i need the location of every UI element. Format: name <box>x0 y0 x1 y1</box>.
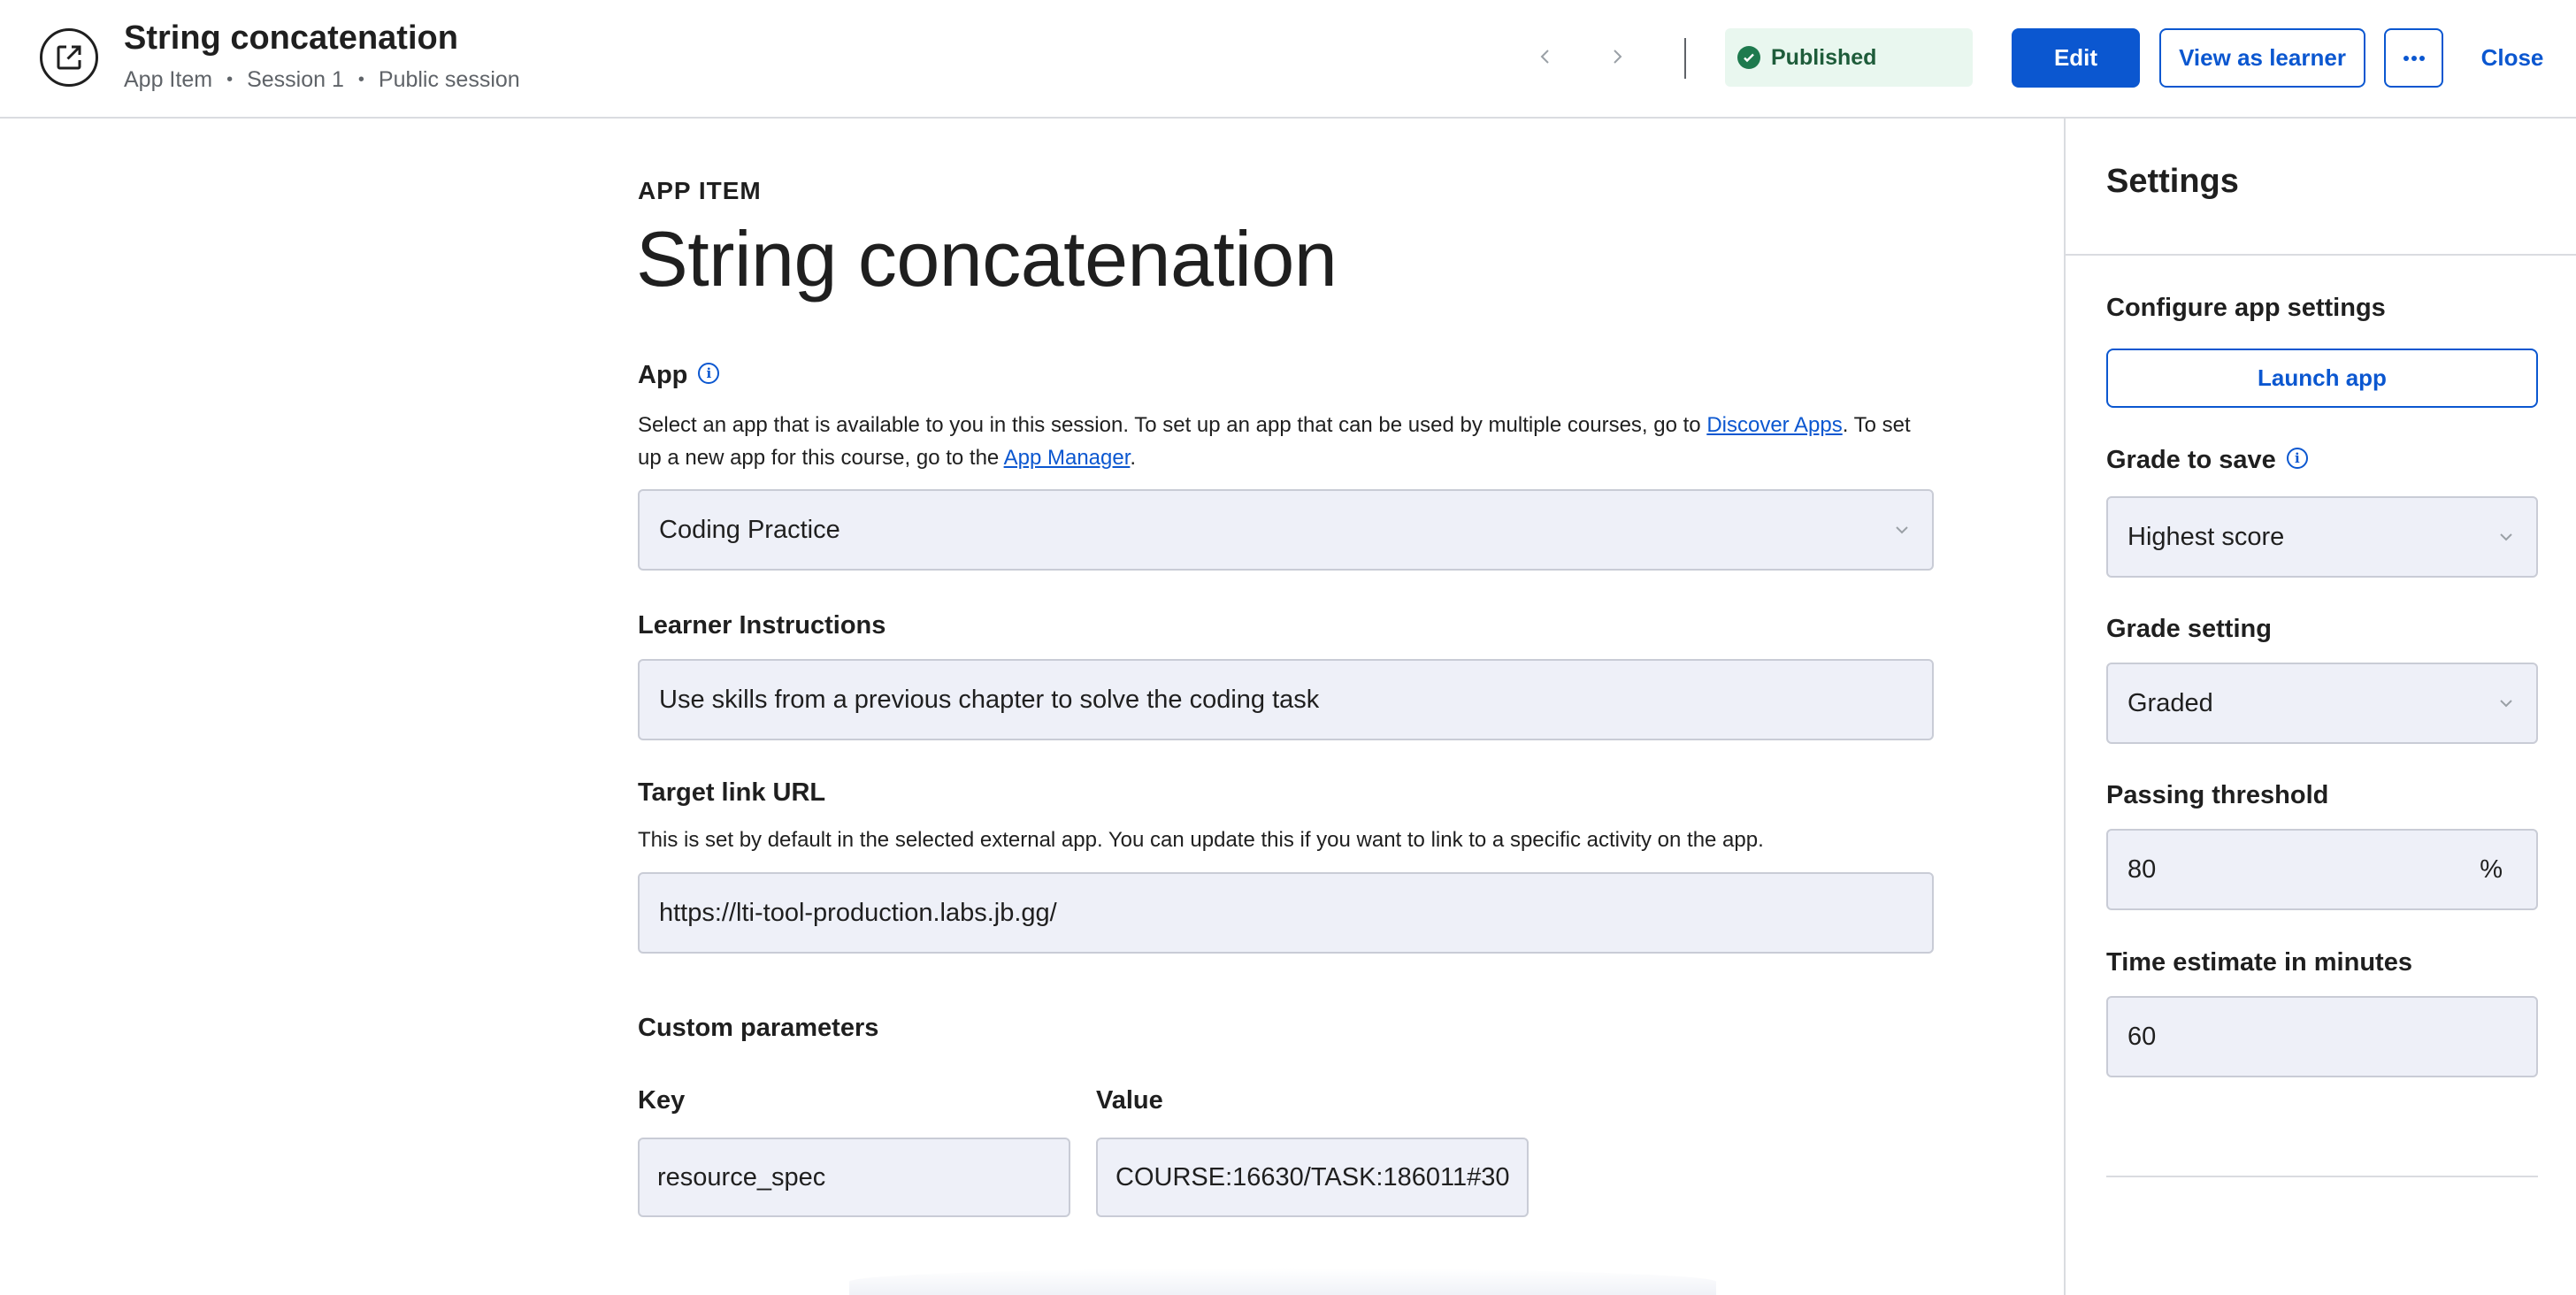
grade-to-save-value: Highest score <box>2128 522 2285 551</box>
item-title: String concatenation <box>124 19 458 57</box>
info-icon[interactable]: i <box>698 363 720 385</box>
app-help-part1: Select an app that is available to you i… <box>638 413 1707 437</box>
chevron-down-icon <box>1896 526 1908 534</box>
app-select-value: Coding Practice <box>659 515 840 544</box>
breadcrumb-separator: • <box>357 70 364 89</box>
learner-instructions-label: Learner Instructions <box>638 611 886 640</box>
item-editor: APP ITEM String concatenation App i Selec… <box>0 119 2064 1295</box>
custom-parameters-label: Custom parameters <box>638 1014 879 1042</box>
discover-apps-link[interactable]: Discover Apps <box>1706 413 1842 437</box>
time-estimate-input[interactable]: 60 <box>2106 996 2538 1077</box>
app-label-text: App <box>638 361 688 389</box>
launch-app-button[interactable]: Launch app <box>2106 349 2538 408</box>
app-field-label: App i <box>638 361 720 390</box>
external-app-icon <box>40 28 98 87</box>
grade-to-save-label: Grade to save i <box>2106 446 2308 475</box>
target-url-value: https://lti-tool-production.labs.jb.gg/ <box>659 898 1057 927</box>
more-options-button[interactable] <box>2384 28 2443 88</box>
breadcrumb-separator: • <box>226 70 234 89</box>
grade-to-save-select[interactable]: Highest score <box>2106 496 2538 578</box>
configure-app-settings-label: Configure app settings <box>2106 294 2386 322</box>
more-horizontal-icon <box>2403 55 2425 61</box>
learner-instructions-input[interactable]: Use skills from a previous chapter to so… <box>638 659 1934 740</box>
settings-bottom-divider <box>2106 1176 2538 1177</box>
next-item-button[interactable] <box>1599 39 1635 74</box>
previous-item-button[interactable] <box>1528 39 1563 74</box>
breadcrumb-item-type: App Item <box>124 67 213 92</box>
target-url-input[interactable]: https://lti-tool-production.labs.jb.gg/ <box>638 872 1934 954</box>
grade-to-save-label-text: Grade to save <box>2106 446 2276 474</box>
breadcrumb-item-visibility: Public session <box>378 67 520 92</box>
settings-title: Settings <box>2106 163 2239 200</box>
breadcrumb-item-session: Session 1 <box>247 67 344 92</box>
chevron-down-icon <box>2500 533 2512 541</box>
view-as-learner-button[interactable]: View as learner <box>2159 28 2365 88</box>
info-icon[interactable]: i <box>2286 448 2308 470</box>
close-button[interactable]: Close <box>2472 28 2552 88</box>
chevron-down-icon <box>2500 700 2512 708</box>
target-url-help-text: This is set by default in the selected e… <box>638 828 1764 852</box>
edit-button[interactable]: Edit <box>2012 28 2140 88</box>
time-estimate-label: Time estimate in minutes <box>2106 948 2412 977</box>
app-help-text: Select an app that is available to you i… <box>638 409 1920 474</box>
check-circle-icon <box>1737 46 1760 69</box>
status-text: Published <box>1771 44 1877 70</box>
time-estimate-value: 60 <box>2128 1022 2157 1051</box>
page-title: String concatenation <box>636 215 1338 303</box>
chevron-left-icon <box>1540 50 1549 64</box>
grade-setting-value: Graded <box>2128 688 2213 717</box>
param-key-label: Key <box>638 1086 686 1115</box>
toolbar-divider <box>1684 38 1686 79</box>
scroll-shadow <box>849 1268 1716 1295</box>
param-value-label: Value <box>1096 1086 1163 1115</box>
passing-threshold-input[interactable]: 80 % <box>2106 829 2538 910</box>
param-value-input[interactable]: COURSE:16630/TASK:186011#30 <box>1096 1138 1529 1217</box>
percent-suffix: % <box>2480 854 2503 884</box>
learner-instructions-value: Use skills from a previous chapter to so… <box>659 685 1320 714</box>
passing-threshold-label: Passing threshold <box>2106 781 2329 809</box>
settings-panel: Settings Configure app settings Launch a… <box>2064 119 2576 1295</box>
top-bar: String concatenation App Item • Session … <box>0 0 2576 119</box>
app-help-part3: . <box>1130 446 1137 470</box>
param-key-input[interactable]: resource_spec <box>638 1138 1070 1217</box>
app-select[interactable]: Coding Practice <box>638 489 1934 571</box>
passing-threshold-value: 80 <box>2128 854 2157 884</box>
param-value-value: COURSE:16630/TASK:186011#30 <box>1116 1162 1510 1192</box>
status-badge: Published <box>1725 28 1973 87</box>
grade-setting-label: Grade setting <box>2106 615 2272 643</box>
target-url-label: Target link URL <box>638 778 826 807</box>
grade-setting-select[interactable]: Graded <box>2106 663 2538 744</box>
breadcrumb: App Item • Session 1 • Public session <box>124 67 520 93</box>
chevron-right-icon <box>1614 50 1622 64</box>
param-key-value: resource_spec <box>657 1162 826 1192</box>
settings-divider <box>2066 254 2576 256</box>
app-manager-link[interactable]: App Manager <box>1004 446 1131 470</box>
item-type-eyebrow: APP ITEM <box>638 177 762 204</box>
